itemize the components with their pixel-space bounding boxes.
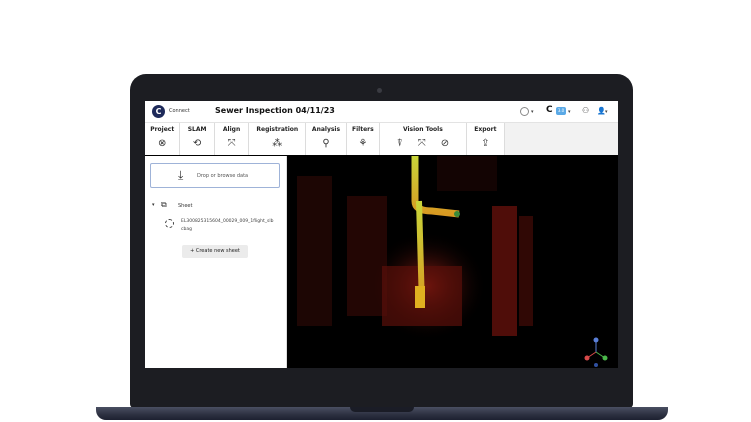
vision-probe-icon[interactable]: ⍒ [397,138,403,150]
close-circle-icon[interactable]: ⊗ [158,138,166,150]
brand-version-badge: 3.0 [556,107,566,115]
laptop-notch [350,407,414,412]
toolbar-label-vision-tools: Vision Tools [402,126,443,133]
loop-icon[interactable]: ⟲ [193,138,201,150]
cloud-ceiling [437,156,497,191]
cloud-wall-left [297,176,332,326]
align-axes-icon[interactable]: ⤧ [228,138,236,150]
brand-caret-icon[interactable]: ▾ [568,109,571,115]
export-icon[interactable]: ⇪ [481,138,489,150]
toolbar-label-project: Project [150,126,175,133]
app-logo-icon: C [152,105,165,118]
toolbar-label-analysis: Analysis [311,126,341,133]
app-screen: C Connect Sewer Inspection 04/11/23 ▾ C … [145,101,618,368]
create-new-sheet-button[interactable]: + Create new sheet [182,245,248,258]
app-logo-text: Connect [169,108,190,114]
registration-icon[interactable]: ⁂ [272,138,282,150]
tree-expand-icon[interactable]: ▾ [152,202,155,208]
point-cloud-viewport[interactable] [287,156,618,368]
file-name-continued[interactable]: cbag [181,227,192,232]
toolbar-label-filters: Filters [352,126,374,133]
webcam [377,88,382,93]
toolbar-label-slam: SLAM [187,126,207,133]
axis-y-icon[interactable] [602,355,608,361]
brand-switcher-icon[interactable]: C [546,105,553,115]
sidebar-panel: ⤓ Drop or browse data ▾ ⧉ Sheet EL300825… [145,156,287,368]
toolbar-group-filters: Filters ⚘ [347,123,381,155]
vision-axes-icon[interactable]: ⤧ [418,138,426,150]
sheet-label[interactable]: Sheet [178,203,192,209]
toolbar-label-registration: Registration [256,126,299,133]
axis-x-icon[interactable] [584,355,590,361]
vision-mask-icon[interactable]: ⊘ [441,138,449,150]
language-caret-icon[interactable]: ▾ [531,109,534,115]
axis-z-icon[interactable] [593,337,599,343]
user-caret-icon[interactable]: ▾ [605,109,608,115]
point-cloud-canvas[interactable] [287,156,618,368]
app-header: C Connect Sewer Inspection 04/11/23 ▾ C … [145,101,618,123]
toolbar-label-export: Export [474,126,497,133]
toolbar-filler [505,123,618,155]
axis-gizmo[interactable] [584,337,608,368]
cloud-wall-right-outer [519,216,533,326]
language-globe-icon[interactable] [520,107,529,116]
toolbar-group-registration: Registration ⁂ [249,123,307,155]
main-toolbar: Project ⊗ SLAM ⟲ Align ⤧ Registration ⁂ … [145,123,506,155]
toolbar-label-align: Align [222,126,241,133]
pipe-endpoint-marker[interactable] [454,211,460,217]
toolbar-group-export: Export ⇪ [467,123,506,155]
filter-icon[interactable]: ⚘ [358,138,367,150]
network-icon[interactable]: ⚇ [582,106,589,115]
file-name[interactable]: EL300825315604_00029_009_1flight_slb [181,219,273,224]
toolbar-group-vision-tools: Vision Tools ⍒ ⤧ ⊘ [380,123,467,155]
sheet-icon: ⧉ [161,200,167,209]
dropzone-text: Drop or browse data [197,173,249,179]
loading-spinner-icon [165,219,174,228]
download-icon: ⤓ [178,168,184,182]
data-dropzone[interactable]: ⤓ Drop or browse data [150,163,280,188]
pipe-junction [415,286,425,308]
toolbar-group-project: Project ⊗ [145,123,181,155]
cloud-wall-right [492,206,517,336]
project-title: Sewer Inspection 04/11/23 [215,106,335,115]
analysis-icon[interactable]: ⚲ [322,138,329,150]
toolbar-group-analysis: Analysis ⚲ [306,123,347,155]
toolbar-group-slam: SLAM ⟲ [180,123,215,155]
toolbar-group-align: Align ⤧ [215,123,250,155]
cloud-structure-mid [347,196,387,316]
axis-neg-z-icon[interactable] [594,363,598,367]
